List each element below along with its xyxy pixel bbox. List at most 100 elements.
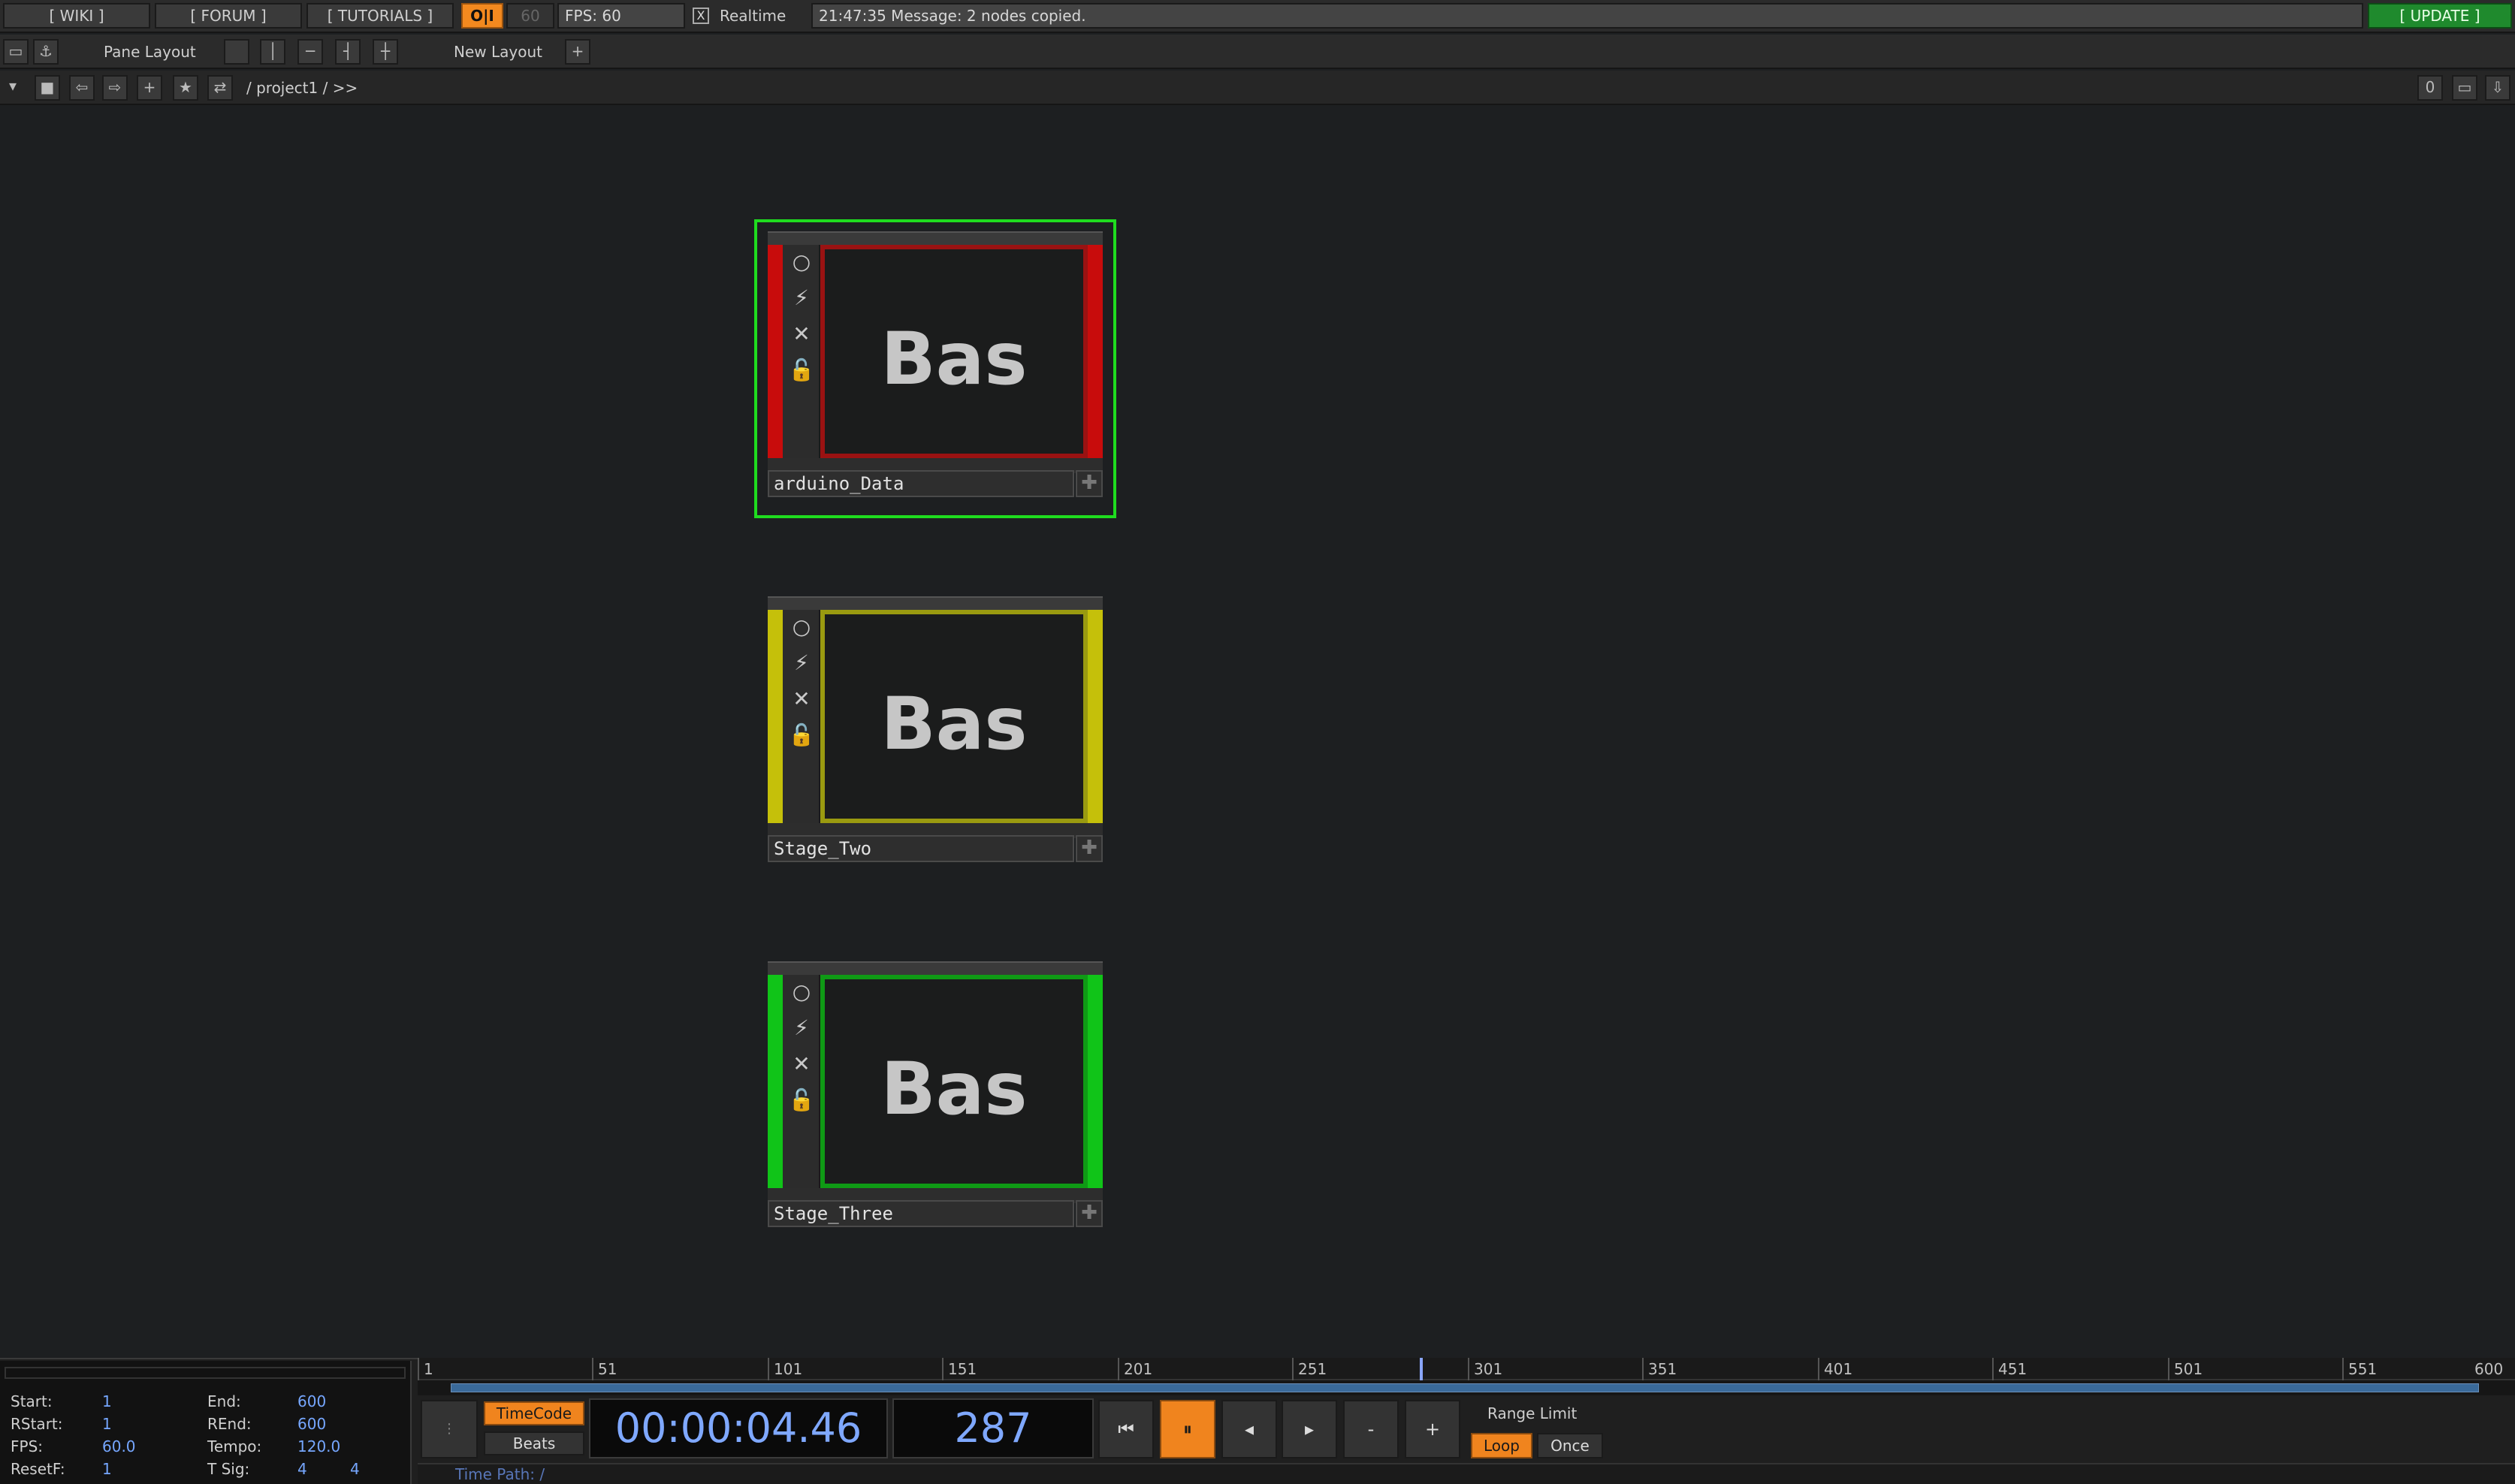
beats-toggle[interactable]: Beats [484, 1431, 584, 1455]
close-icon[interactable]: ✕ [787, 320, 816, 348]
node-stage-three[interactable]: ○ ⚡ ✕ 🔓 Bas Stage_Three ✚ [768, 961, 1103, 1229]
layout-split-horizontal-icon[interactable]: ─ [297, 39, 323, 65]
bypass-flag-icon[interactable]: ⚡ [787, 1014, 816, 1042]
add-icon[interactable]: + [137, 75, 162, 101]
end-value[interactable]: 600 [297, 1392, 326, 1410]
add-layout-button[interactable]: + [565, 39, 590, 65]
viewer-flag-icon[interactable]: ○ [787, 613, 816, 641]
rend-value[interactable]: 600 [297, 1415, 326, 1433]
back-arrow-icon[interactable]: ⇦ [69, 75, 95, 101]
step-forward-icon[interactable]: ▸ [1282, 1400, 1337, 1458]
timeline-scrollbar-thumb[interactable] [451, 1383, 2479, 1392]
pane-layout-bar: ▭ ⚓ Pane Layout │ ─ ┤ ┼ New Layout + [0, 35, 2515, 69]
step-back-icon[interactable]: ◂ [1221, 1400, 1277, 1458]
node-flags: ○ ⚡ ✕ 🔓 [783, 245, 820, 458]
stop-icon[interactable]: ■ [35, 75, 60, 101]
node-header[interactable] [768, 596, 1103, 610]
fps-value[interactable]: 60.0 [102, 1437, 136, 1455]
node-viewer-text: Bas [880, 317, 1028, 401]
tsig-label: T Sig: [207, 1460, 250, 1478]
timeline-menu-handle[interactable]: ⋮ [421, 1400, 478, 1458]
message-bar: 21:47:35 Message: 2 nodes copied. [811, 3, 2363, 29]
node-expand-icon[interactable]: ✚ [1076, 470, 1103, 497]
ruler-tick: 301 [1468, 1358, 1502, 1380]
node-name-field[interactable]: arduino_Data [768, 470, 1074, 497]
node-viewer-text: Bas [880, 1047, 1028, 1131]
frame-display[interactable]: 287 [892, 1398, 1094, 1458]
image-icon[interactable]: ▭ [3, 39, 29, 65]
cook-toggle-button[interactable]: O|I [461, 3, 503, 29]
layout-single-icon[interactable] [224, 39, 249, 65]
timeline-ruler[interactable]: 1 51 101 151 201 251 301 351 401 451 501… [418, 1358, 2515, 1380]
realtime-checkbox[interactable]: X [693, 8, 709, 24]
fps-label: FPS: [11, 1437, 43, 1455]
lock-icon[interactable]: 🔓 [787, 721, 816, 750]
layout-split-vertical-icon[interactable]: │ [260, 39, 285, 65]
star-icon[interactable]: ★ [173, 75, 198, 101]
resetf-label: ResetF: [11, 1460, 65, 1478]
once-button[interactable]: Once [1537, 1433, 1603, 1458]
bypass-flag-icon[interactable]: ⚡ [787, 284, 816, 312]
range-limit-label: Range Limit [1487, 1404, 1578, 1422]
loop-button[interactable]: Loop [1471, 1433, 1532, 1458]
anchor-icon[interactable]: ⚓ [33, 39, 59, 65]
lock-icon[interactable]: 🔓 [787, 356, 816, 385]
viewer-flag-icon[interactable]: ○ [787, 978, 816, 1006]
fps-display: FPS: 60 [557, 3, 685, 29]
tutorials-button[interactable]: [ TUTORIALS ] [306, 3, 454, 29]
fps-limit-field[interactable]: 60 [506, 3, 554, 29]
tsig-numerator[interactable]: 4 [297, 1460, 307, 1478]
tsig-denominator[interactable]: 4 [350, 1460, 360, 1478]
node-expand-icon[interactable]: ✚ [1076, 835, 1103, 862]
node-color-bar-left [768, 975, 783, 1188]
node-name-field[interactable]: Stage_Two [768, 835, 1074, 862]
ruler-tick: 401 [1818, 1358, 1852, 1380]
network-path[interactable]: / project1 / >> [246, 75, 358, 101]
node-expand-icon[interactable]: ✚ [1076, 1200, 1103, 1227]
layout-four-pane-icon[interactable]: ┼ [373, 39, 398, 65]
bypass-flag-icon[interactable]: ⚡ [787, 649, 816, 677]
node-name-field[interactable]: Stage_Three [768, 1200, 1074, 1227]
speed-up-button[interactable]: + [1405, 1400, 1460, 1458]
rstart-value[interactable]: 1 [102, 1415, 112, 1433]
node-viewer: Bas [820, 610, 1088, 823]
timecode-toggle[interactable]: TimeCode [484, 1401, 584, 1425]
skip-to-start-icon[interactable]: ⏮ [1098, 1400, 1154, 1458]
ruler-tick: 201 [1118, 1358, 1152, 1380]
speed-down-button[interactable]: - [1343, 1400, 1399, 1458]
update-button[interactable]: [ UPDATE ] [2368, 3, 2512, 29]
forward-arrow-icon[interactable]: ⇨ [102, 75, 128, 101]
close-icon[interactable]: ✕ [787, 685, 816, 713]
node-stage-two[interactable]: ○ ⚡ ✕ 🔓 Bas Stage_Two ✚ [768, 596, 1103, 864]
maximize-icon[interactable]: ▭ [2452, 75, 2477, 101]
node-header[interactable] [768, 231, 1103, 245]
counter-field[interactable]: 0 [2417, 75, 2443, 101]
tempo-label: Tempo: [207, 1437, 262, 1455]
node-header[interactable] [768, 961, 1103, 975]
network-editor[interactable]: ○ ⚡ ✕ 🔓 Bas arduino_Data ✚ ○ ⚡ ✕ 🔓 Bas S… [0, 107, 2515, 1358]
node-flags: ○ ⚡ ✕ 🔓 [783, 975, 820, 1188]
node-color-bar-right [1088, 610, 1103, 823]
lock-icon[interactable]: 🔓 [787, 1086, 816, 1115]
layout-three-pane-icon[interactable]: ┤ [335, 39, 361, 65]
tempo-value[interactable]: 120.0 [297, 1437, 340, 1455]
start-value[interactable]: 1 [102, 1392, 112, 1410]
ruler-tick: 1 [418, 1358, 433, 1380]
pause-icon[interactable]: ⏸ [1160, 1400, 1215, 1458]
realtime-label: Realtime [720, 7, 787, 25]
timecode-display[interactable]: 00:00:04.46 [589, 1398, 888, 1458]
resetf-value[interactable]: 1 [102, 1460, 112, 1478]
forum-button[interactable]: [ FORUM ] [155, 3, 302, 29]
link-icon[interactable]: ⇄ [207, 75, 233, 101]
rend-label: REnd: [207, 1415, 252, 1433]
playhead[interactable] [1420, 1358, 1423, 1380]
ruler-tick: 551 [2342, 1358, 2377, 1380]
node-arduino-data[interactable]: ○ ⚡ ✕ 🔓 Bas arduino_Data ✚ [768, 231, 1103, 499]
download-icon[interactable]: ⇩ [2485, 75, 2510, 101]
chevron-down-icon[interactable]: ▾ [0, 75, 26, 101]
end-label: End: [207, 1392, 241, 1410]
wiki-button[interactable]: [ WIKI ] [3, 3, 150, 29]
range-panel-header [5, 1367, 406, 1379]
viewer-flag-icon[interactable]: ○ [787, 248, 816, 276]
close-icon[interactable]: ✕ [787, 1050, 816, 1078]
